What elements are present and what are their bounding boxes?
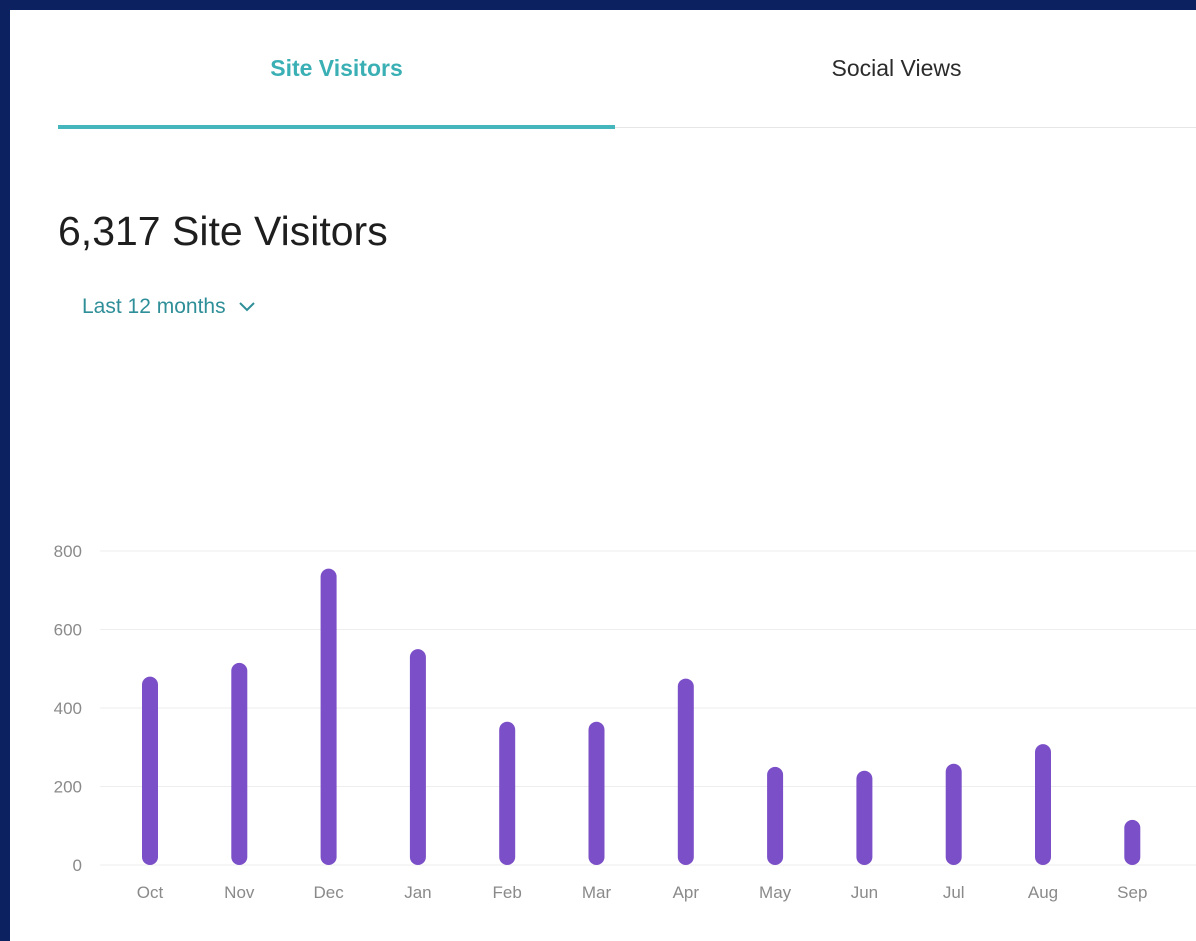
- analytics-panel: Site Visitors Social Views 6,317 Site Vi…: [10, 10, 1196, 941]
- x-tick-label: Oct: [137, 883, 164, 902]
- bar-feb[interactable]: [499, 721, 516, 865]
- bar-apr[interactable]: [677, 678, 694, 865]
- bar-may[interactable]: [767, 766, 784, 865]
- x-tick-label: Apr: [673, 883, 700, 902]
- x-tick-label: May: [759, 883, 792, 902]
- x-tick-label: Mar: [582, 883, 612, 902]
- bar-dec[interactable]: [320, 568, 337, 865]
- x-tick-label: Jul: [943, 883, 965, 902]
- x-tick-label: Nov: [224, 883, 255, 902]
- x-tick-label: Feb: [493, 883, 522, 902]
- bar-sep[interactable]: [1124, 819, 1141, 865]
- x-tick-label: Aug: [1028, 883, 1058, 902]
- bar-jul[interactable]: [945, 763, 962, 865]
- bar-mar[interactable]: [588, 721, 605, 865]
- y-tick-label: 600: [54, 621, 82, 640]
- bar-aug[interactable]: [1035, 744, 1051, 865]
- bar-jan[interactable]: [409, 649, 426, 865]
- bar-jun[interactable]: [856, 770, 873, 865]
- y-tick-label: 0: [73, 856, 82, 875]
- x-tick-label: Jan: [404, 883, 431, 902]
- site-visitors-bar-chart: 0 200 400 600 800 Oct Nov Dec Jan Feb Mar Apr May Jun…: [54, 542, 1196, 902]
- x-tick-label: Sep: [1117, 883, 1147, 902]
- y-tick-label: 800: [54, 542, 82, 561]
- bar-nov[interactable]: [231, 662, 248, 865]
- x-tick-label: Jun: [851, 883, 878, 902]
- y-tick-label: 400: [54, 699, 82, 718]
- bar-oct[interactable]: [142, 676, 158, 865]
- y-tick-label: 200: [54, 778, 82, 797]
- x-tick-label: Dec: [313, 883, 344, 902]
